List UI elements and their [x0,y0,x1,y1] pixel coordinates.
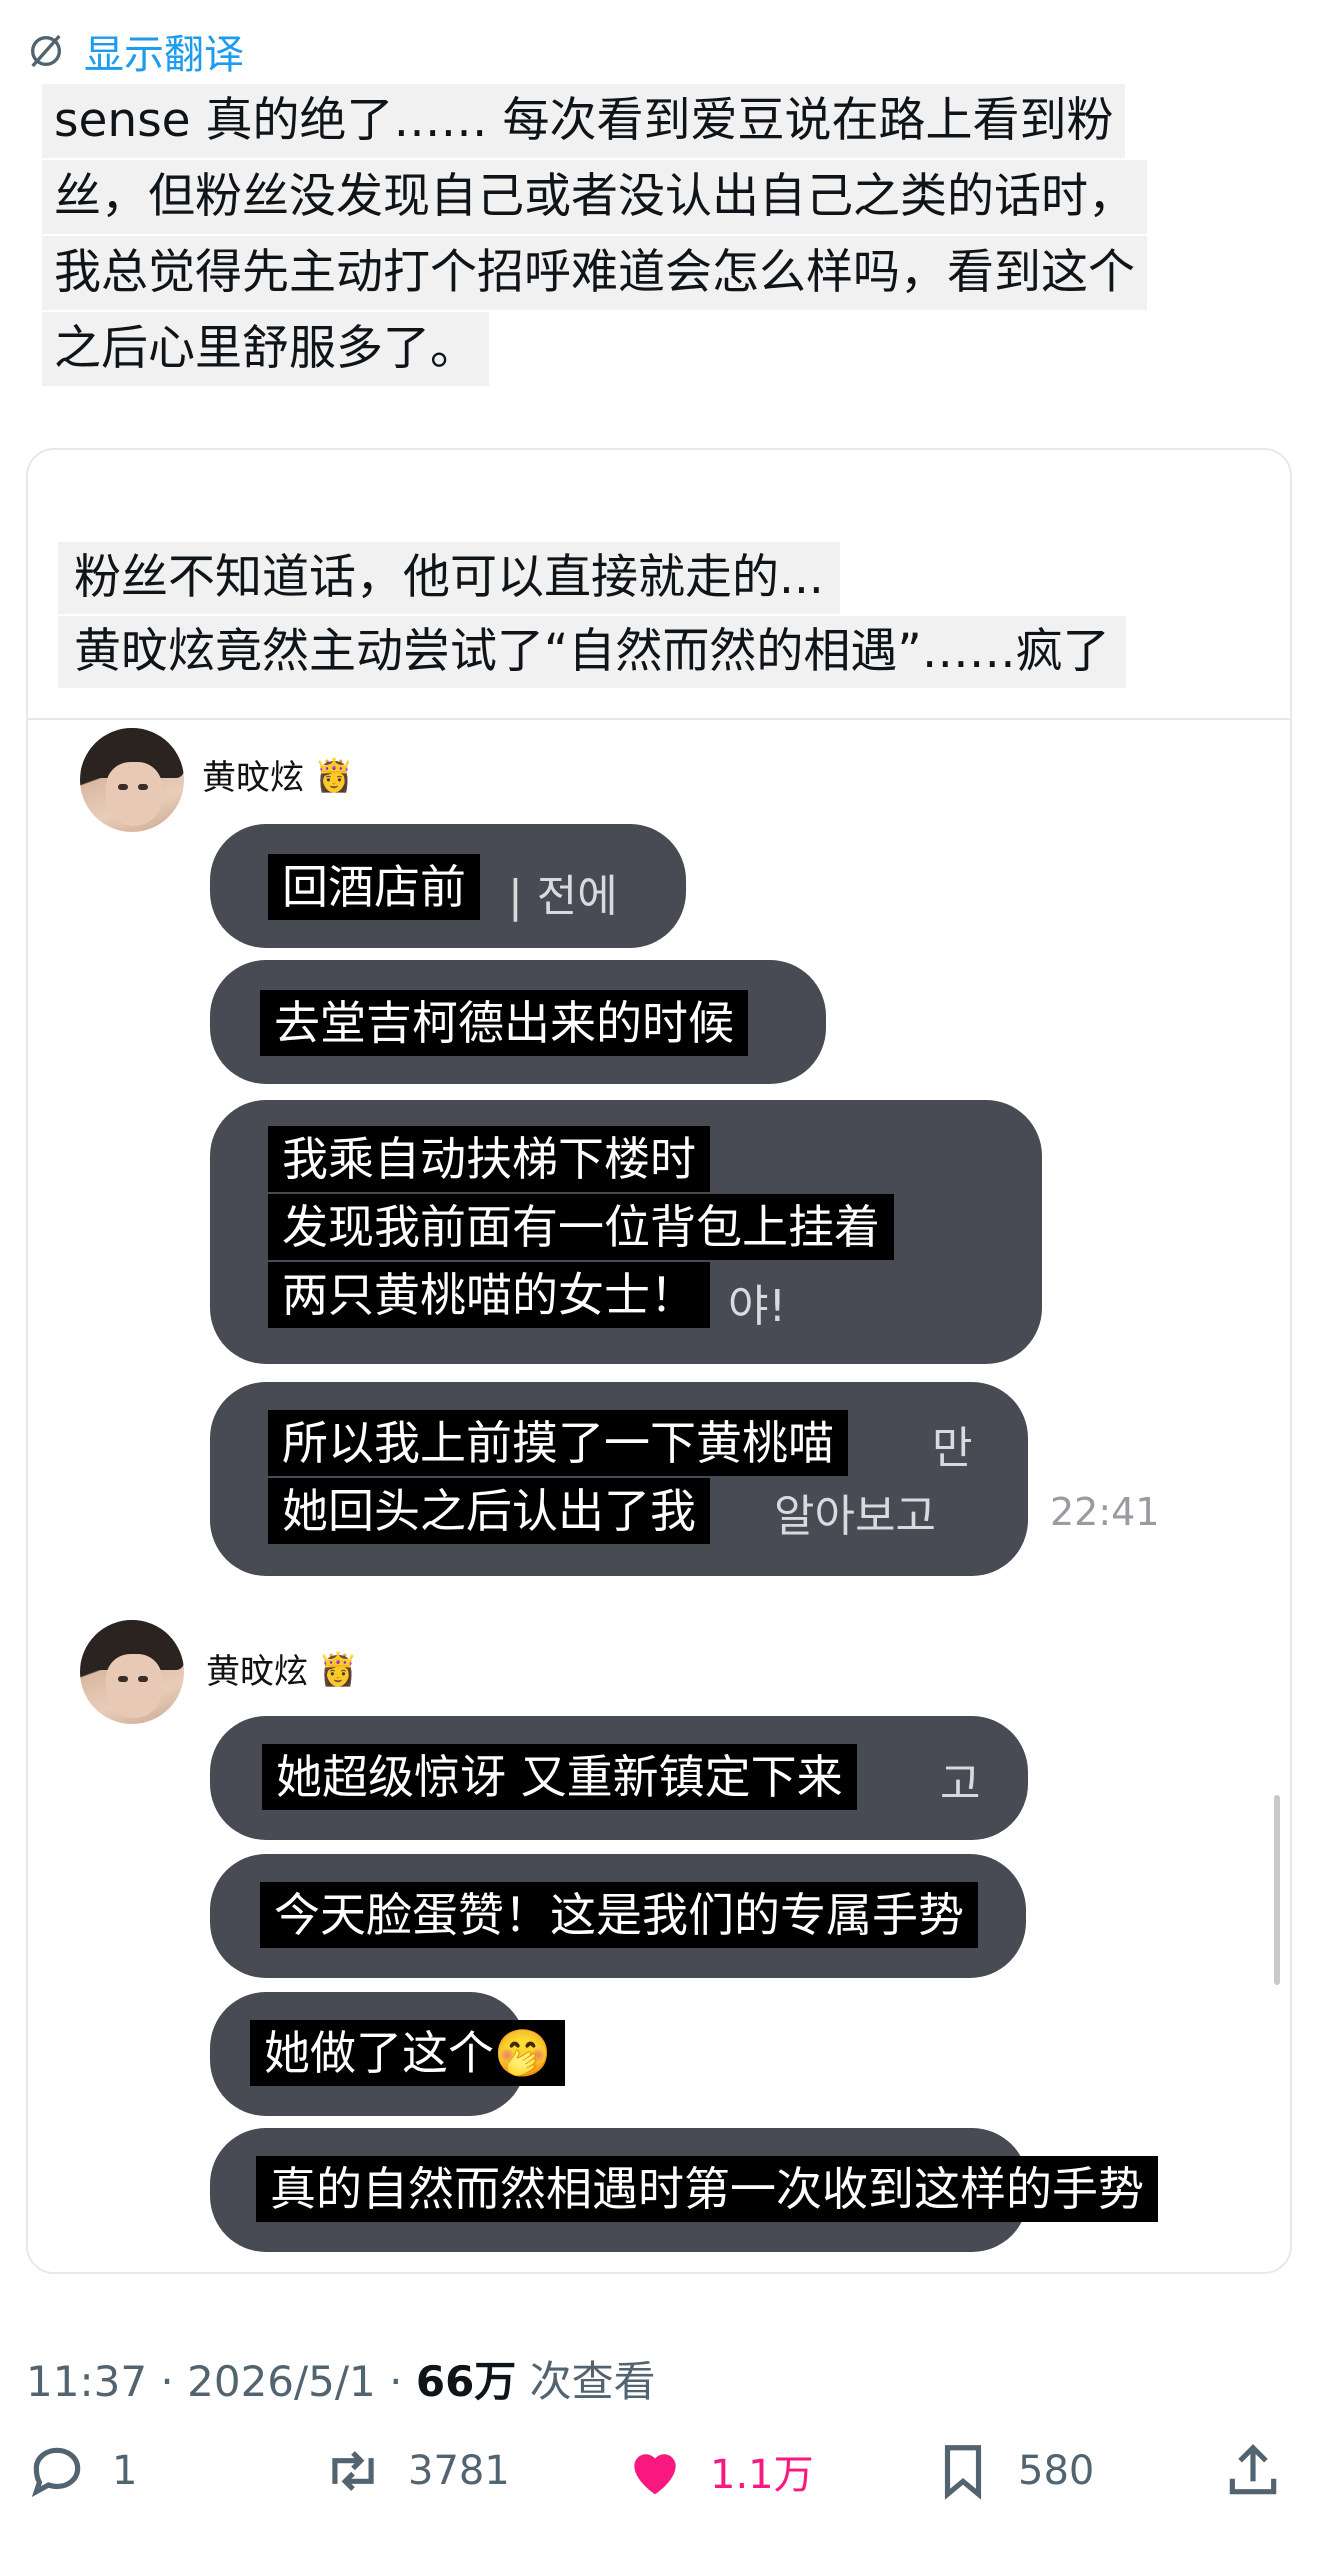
view-count: 66万 [415,2357,517,2406]
avatar [80,1620,184,1724]
subtitle: 她超级惊讶 又重新镇定下来 [262,1744,857,1810]
bookmark-count: 580 [1018,2448,1095,2494]
bookmark-icon [944,2445,982,2500]
reply-icon [31,2447,81,2498]
tweet-line-1: sense 真的绝了…… 每次看到爱豆说在路上看到粉 [42,84,1126,158]
subtitle: 去堂吉柯德出来的时候 [260,990,748,1056]
retweet-button[interactable]: 3781 [322,2440,510,2502]
tweet-line-4: 之后心里舒服多了。 [42,312,489,386]
tweet-time: 11:37 [26,2357,148,2406]
message-time: 22:41 [1050,1490,1160,1534]
tweet-line-2: 丝，但粉丝没发现自己或者没认出自己之类的话时， [42,160,1147,234]
subtitle: 回酒店前 [268,854,480,920]
show-translation-label: 显示翻译 [84,32,244,78]
subtitle: 两只黄桃喵的女士！ [268,1262,710,1328]
view-label: 次查看 [529,2357,656,2406]
crown-icon: 👸 [318,1649,358,1688]
subtitle: 今天脸蛋赞！这是我们的专属手势 [260,1882,978,1948]
subtitle: 她做了这个🤭 [250,2020,566,2086]
sender-name: 黄旼炫 👸 [206,1649,358,1693]
share-button[interactable] [1222,2440,1284,2502]
like-button[interactable]: 1.1万 [624,2440,814,2502]
subtitle: 发现我前面有一位背包上挂着 [268,1194,894,1260]
action-bar: 1 3781 1.1万 580 [26,2440,1296,2540]
avatar [80,728,184,832]
sender-name: 黄旼炫 👸 [202,755,354,799]
media-card[interactable]: 粉丝不知道话，他可以直接就走的... 黄旼炫竟然主动尝试了“自然而然的相遇”……… [26,448,1292,2274]
globe-slash-icon [31,34,61,68]
like-count: 1.1万 [710,2452,814,2498]
scrollbar[interactable] [1274,1795,1280,1985]
show-translation-link[interactable]: 显示翻译 [26,22,244,80]
crown-icon: 👸 [314,755,354,794]
reply-count: 1 [112,2448,138,2494]
caption-line-1: 粉丝不知道话，他可以直接就走的... [58,542,840,614]
subtitle: 她回头之后认出了我 [268,1478,710,1544]
tweet-meta: 11:37 · 2026/5/1 · 66万 次查看 [26,2357,656,2406]
chat-screenshot: 黄旼炫 👸 | 전에 回酒店前 去堂吉柯德出来的时候 我乘自动扶梯下楼时 发现我前… [28,720,1290,2272]
tweet-date: 2026/5/1 [187,2357,376,2406]
subtitle: 所以我上前摸了一下黄桃喵 [268,1410,848,1476]
tweet-line-3: 我总觉得先主动打个招呼难道会怎么样吗，看到这个 [42,236,1147,310]
retweet-count: 3781 [408,2448,510,2494]
subtitle: 真的自然而然相遇时第一次收到这样的手势 [256,2156,1158,2222]
subtitle: 我乘自动扶梯下楼时 [268,1126,710,1192]
reply-button[interactable]: 1 [26,2440,137,2502]
retweet-icon [332,2451,374,2491]
heart-icon [634,2454,676,2495]
caption-line-2: 黄旼炫竟然主动尝试了“自然而然的相遇”……疯了 [58,616,1126,688]
share-icon [1229,2444,1277,2495]
bookmark-button[interactable]: 580 [932,2440,1094,2502]
